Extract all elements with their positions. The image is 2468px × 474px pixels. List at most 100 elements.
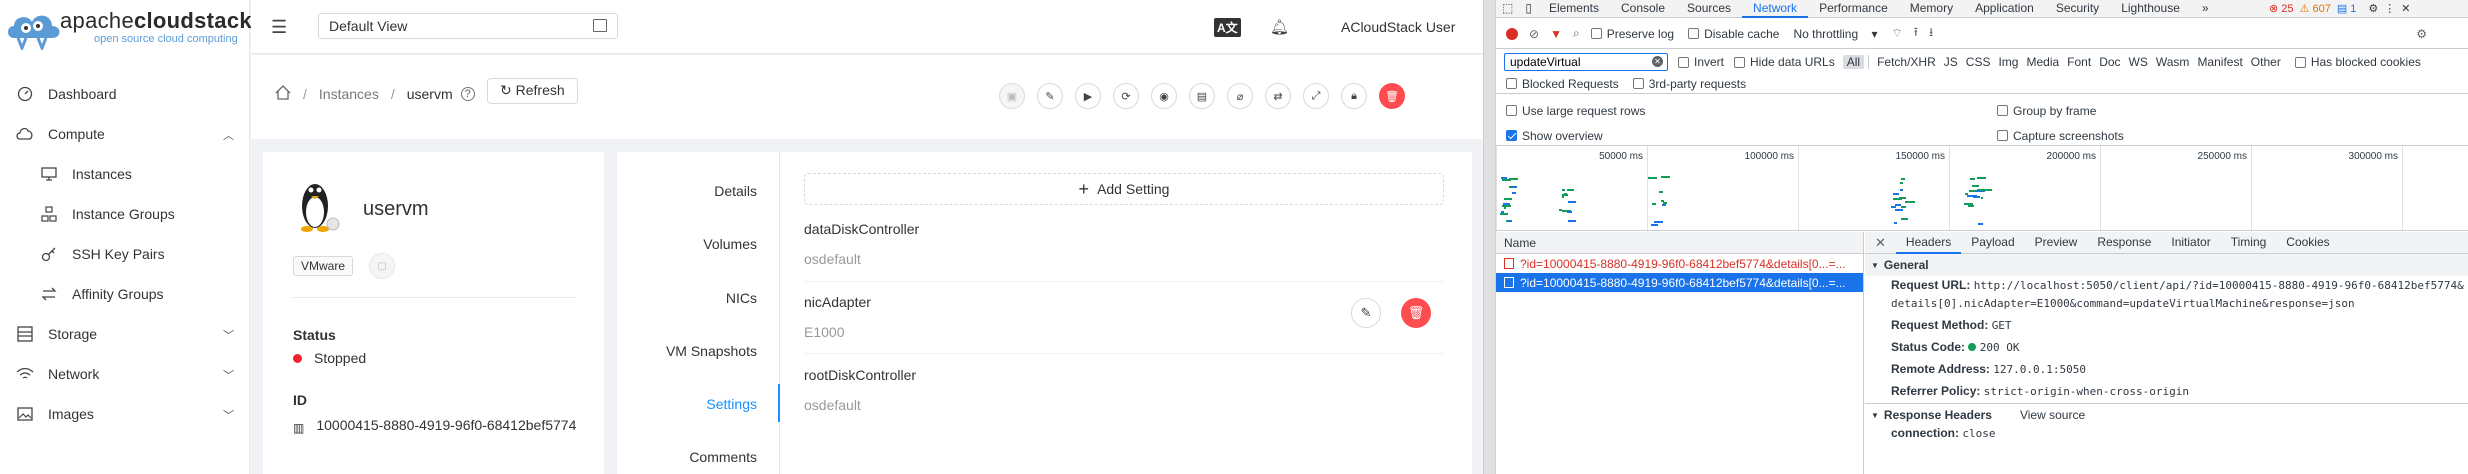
third-party-checkbox[interactable]: 3rd-party requests	[1633, 77, 1746, 91]
console-button[interactable]: ▣	[999, 83, 1025, 109]
tab-security[interactable]: Security	[2045, 0, 2110, 18]
tab-payload[interactable]: Payload	[1961, 232, 2024, 254]
tab-memory[interactable]: Memory	[1899, 0, 1964, 18]
sidebar-item-ssh-key-pairs[interactable]: SSH Key Pairs	[0, 234, 250, 274]
sidebar-item-affinity-groups[interactable]: Affinity Groups	[0, 274, 250, 314]
network-overview-timeline[interactable]: 50000 ms 100000 ms 150000 ms 200000 ms 2…	[1496, 145, 2468, 231]
inspect-icon[interactable]: ⬚	[1496, 0, 1519, 18]
sidebar-item-network[interactable]: Network ﹀	[0, 354, 250, 394]
sidebar-item-dashboard[interactable]: Dashboard	[0, 74, 250, 114]
capture-screenshots-checkbox[interactable]: Capture screenshots	[1997, 129, 2124, 143]
filter-type-media[interactable]: Media	[2022, 55, 2063, 69]
delete-setting-button[interactable]: 🗑︎	[1401, 298, 1431, 328]
clear-icon[interactable]: ⊘	[1529, 27, 1539, 41]
menu-fold-icon[interactable]: ☰	[271, 17, 287, 38]
tab-response[interactable]: Response	[2087, 232, 2161, 254]
clear-filter-icon[interactable]: ✕	[1652, 56, 1663, 67]
sidebar-item-compute[interactable]: Compute ︿	[0, 114, 250, 154]
sidebar-item-storage[interactable]: Storage ﹀	[0, 314, 250, 354]
reinstall-button[interactable]: ⟳	[1113, 83, 1139, 109]
device-toolbar-icon[interactable]: ▯	[1519, 0, 1538, 18]
filter-type-font[interactable]: Font	[2063, 55, 2095, 69]
backup-button[interactable]: ▤	[1189, 83, 1215, 109]
close-icon[interactable]: ✕	[2401, 2, 2410, 15]
large-rows-checkbox[interactable]: Use large request rows	[1506, 104, 1645, 118]
tab-console[interactable]: Console	[1610, 0, 1676, 18]
filter-icon[interactable]: ▼	[1550, 27, 1562, 41]
filter-type-ws[interactable]: WS	[2125, 55, 2152, 69]
response-headers-section-header[interactable]: ▼ Response Headers View source	[1865, 403, 2468, 426]
request-row-selected[interactable]: ?id=10000415-8880-4919-96f0-68412bef5774…	[1496, 273, 1863, 292]
record-icon[interactable]	[1506, 28, 1518, 40]
gear-icon[interactable]: ⚙	[2368, 2, 2378, 15]
sidebar-item-instances[interactable]: Instances	[0, 154, 250, 194]
issue-badges[interactable]: ⊗ 25 ⚠ 607 ▤ 1 ⚙ ⋮ ✕	[2269, 2, 2417, 15]
download-icon[interactable]: ⭳	[1929, 23, 1933, 44]
search-icon[interactable]: ⌕	[1573, 26, 1580, 41]
edit-button[interactable]: ✎	[1037, 83, 1063, 109]
tab-application[interactable]: Application	[1964, 0, 2045, 18]
tab-network[interactable]: Network	[1742, 0, 1808, 18]
filter-type-wasm[interactable]: Wasm	[2152, 55, 2194, 69]
help-icon[interactable]: ?	[461, 87, 475, 101]
tab-volumes[interactable]: Volumes	[703, 236, 757, 252]
filter-type-doc[interactable]: Doc	[2095, 55, 2124, 69]
filter-type-css[interactable]: CSS	[1962, 55, 1995, 69]
filter-type-img[interactable]: Img	[1994, 55, 2022, 69]
tab-cookies[interactable]: Cookies	[2276, 232, 2339, 254]
console-icon[interactable]: ▢	[369, 253, 395, 279]
settings-gear-icon[interactable]: ⚙	[2416, 27, 2427, 41]
general-section-header[interactable]: ▼ General	[1865, 254, 2468, 276]
close-icon[interactable]: ✕	[1865, 235, 1896, 251]
destroy-button[interactable]: 🗑︎	[1379, 83, 1405, 109]
tab-elements[interactable]: Elements	[1538, 0, 1610, 18]
sidebar-item-images[interactable]: Images ﹀	[0, 394, 250, 434]
tab-performance[interactable]: Performance	[1808, 0, 1899, 18]
blocked-requests-checkbox[interactable]: Blocked Requests	[1506, 77, 1619, 91]
tab-initiator[interactable]: Initiator	[2161, 232, 2220, 254]
sidebar-item-instance-groups[interactable]: Instance Groups	[0, 194, 250, 234]
request-row[interactable]: ?id=10000415-8880-4919-96f0-68412bef5774…	[1496, 254, 1863, 273]
filter-type-js[interactable]: JS	[1940, 55, 1962, 69]
throttling-select[interactable]: No throttling ▾	[1793, 27, 1877, 41]
kebab-menu-icon[interactable]: ⋮	[2384, 2, 2395, 15]
filter-input[interactable]: updateVirtual ✕	[1504, 53, 1668, 71]
lock-button[interactable]: 🔒︎	[1341, 83, 1367, 109]
migrate-button[interactable]: ⇄	[1265, 83, 1291, 109]
name-column-header[interactable]: Name	[1496, 232, 1863, 254]
refresh-button[interactable]: ↻ Refresh	[487, 78, 578, 104]
edit-setting-button[interactable]: ✎	[1351, 298, 1381, 328]
tab-timing[interactable]: Timing	[2221, 232, 2277, 254]
scale-button[interactable]: ⤢	[1303, 83, 1329, 109]
tab-sources[interactable]: Sources	[1676, 0, 1742, 18]
upload-icon[interactable]: ⭱	[1914, 23, 1918, 44]
tab-headers[interactable]: Headers	[1896, 232, 1961, 254]
network-conditions-icon[interactable]: ⌔	[1892, 26, 1903, 41]
preserve-log-checkbox[interactable]: Preserve log	[1591, 27, 1674, 41]
home-icon[interactable]	[275, 85, 291, 103]
disable-cache-checkbox[interactable]: Disable cache	[1688, 27, 1779, 41]
tab-vm-snapshots[interactable]: VM Snapshots	[666, 343, 757, 359]
show-overview-checkbox[interactable]: Show overview	[1506, 129, 1603, 143]
filter-type-fetch-xhr[interactable]: Fetch/XHR	[1873, 55, 1940, 69]
tab-comments[interactable]: Comments	[689, 449, 757, 465]
tab-settings[interactable]: Settings	[706, 396, 757, 412]
start-button[interactable]: ▶	[1075, 83, 1101, 109]
more-tabs-icon[interactable]: »	[2191, 0, 2220, 18]
attach-iso-button[interactable]: ⌀	[1227, 83, 1253, 109]
logo[interactable]: apachecloudstack open source cloud compu…	[0, 0, 250, 56]
filter-type-manifest[interactable]: Manifest	[2193, 55, 2246, 69]
filter-type-other[interactable]: Other	[2247, 55, 2285, 69]
filter-type-all[interactable]: All	[1843, 55, 1864, 69]
translate-icon[interactable]: A文	[1214, 18, 1241, 37]
bell-icon[interactable]: 🔔︎	[1270, 18, 1289, 36]
snapshot-button[interactable]: ◉	[1151, 83, 1177, 109]
barcode-icon[interactable]: ▥	[293, 421, 304, 435]
add-setting-button[interactable]: + Add Setting	[804, 173, 1444, 205]
project-selector[interactable]: Default View	[318, 13, 618, 39]
has-blocked-cookies-checkbox[interactable]: Has blocked cookies	[2295, 55, 2421, 69]
tab-nics[interactable]: NICs	[726, 290, 757, 306]
panel-splitter[interactable]	[1483, 0, 1496, 474]
breadcrumb-instances[interactable]: Instances	[319, 86, 379, 102]
view-source-link[interactable]: View source	[2020, 408, 2085, 422]
